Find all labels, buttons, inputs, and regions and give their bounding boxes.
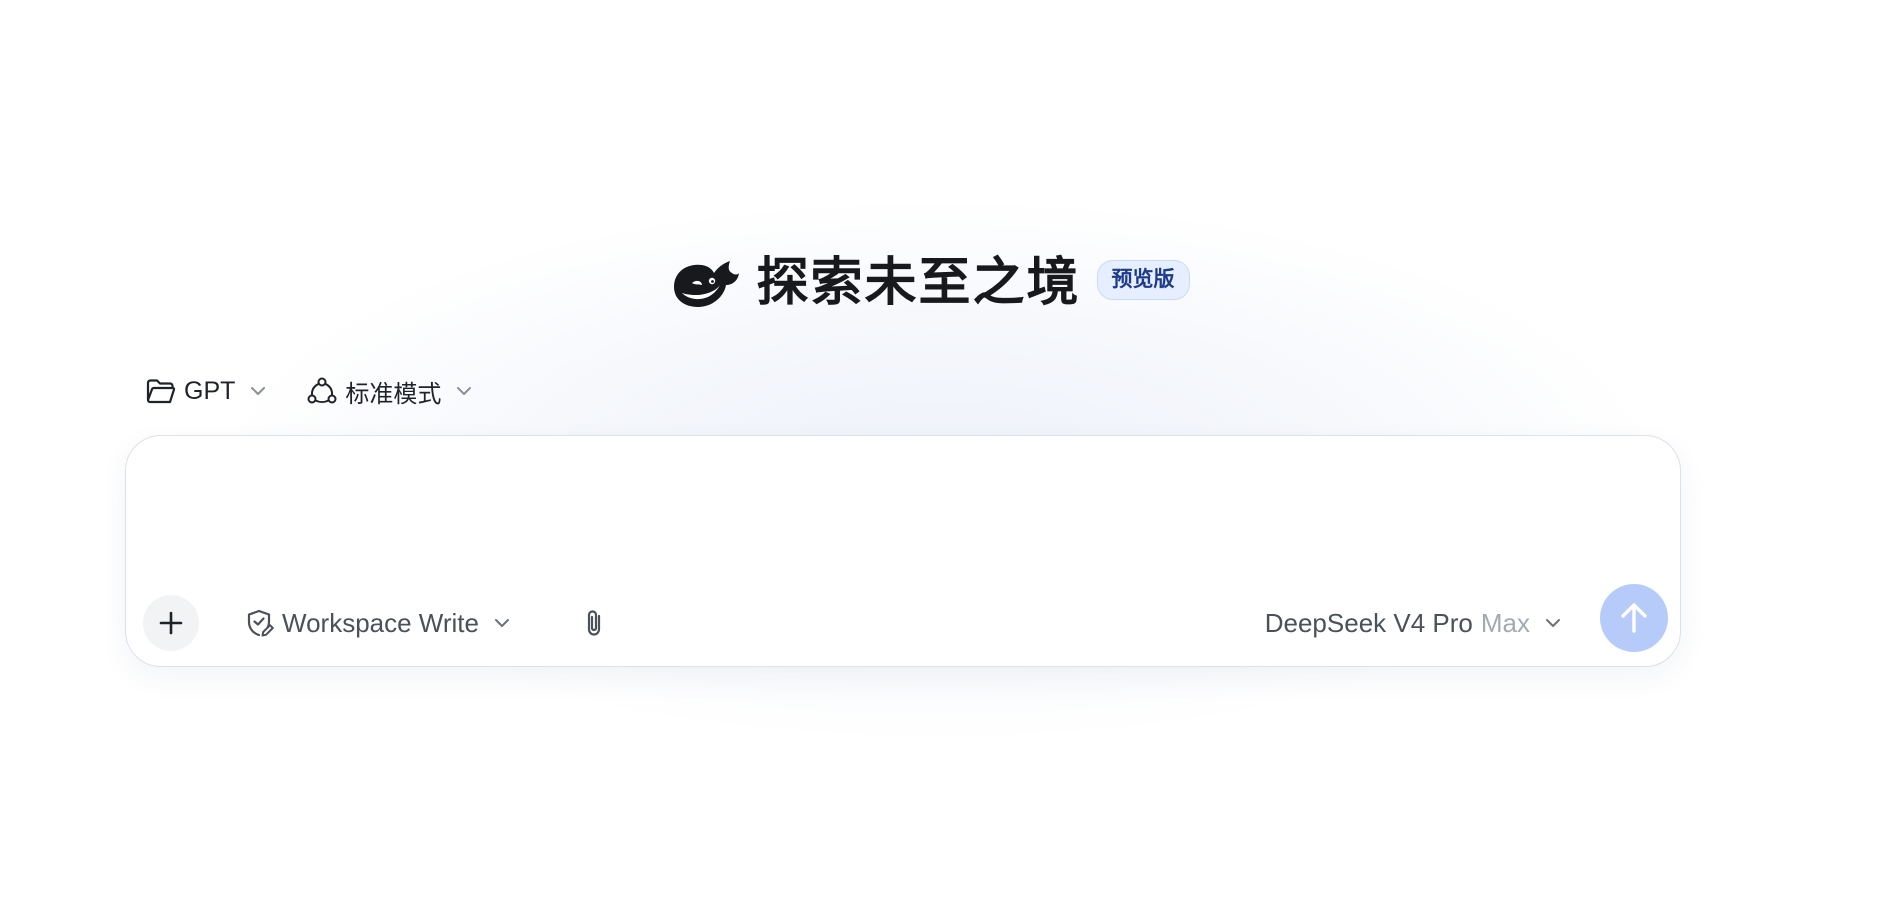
page-title: 探索未至之境 bbox=[756, 253, 1081, 313]
plus-icon bbox=[159, 611, 183, 635]
model-effort: Max bbox=[1480, 607, 1530, 638]
permission-selector[interactable]: Workspace Write bbox=[246, 603, 511, 643]
project-selector-label: GPT bbox=[184, 376, 236, 405]
attach-button[interactable] bbox=[574, 603, 614, 643]
chevron-down-icon bbox=[457, 387, 472, 395]
arrow-up-icon bbox=[1621, 603, 1647, 633]
chevron-down-icon bbox=[1546, 619, 1560, 627]
send-button[interactable] bbox=[1600, 584, 1668, 652]
chevron-down-icon bbox=[494, 619, 509, 627]
shield-edit-icon bbox=[247, 609, 274, 637]
message-input[interactable] bbox=[156, 460, 1650, 574]
permission-label: Workspace Write bbox=[282, 607, 479, 638]
nodes-icon bbox=[307, 377, 337, 404]
context-selectors: GPT 标准模式 bbox=[146, 370, 473, 412]
add-button[interactable] bbox=[143, 595, 199, 651]
chevron-down-icon bbox=[251, 387, 266, 395]
mode-selector-label: 标准模式 bbox=[345, 379, 442, 408]
mode-selector[interactable]: 标准模式 bbox=[307, 374, 473, 409]
folder-icon bbox=[146, 379, 176, 404]
whale-logo-icon bbox=[674, 261, 740, 307]
message-composer: Workspace Write DeepSeek V4 Pro Max bbox=[125, 435, 1681, 667]
preview-badge: 预览版 bbox=[1096, 260, 1190, 300]
hero-header: 探索未至之境 预览版 bbox=[0, 248, 1878, 318]
model-name: DeepSeek V4 Pro bbox=[1264, 607, 1473, 638]
home-page: 探索未至之境 预览版 GPT 标准模式 Workspace Write Deep… bbox=[0, 0, 1878, 904]
project-selector[interactable]: GPT bbox=[146, 377, 267, 406]
paperclip-icon bbox=[587, 610, 601, 636]
model-selector[interactable]: DeepSeek V4 Pro Max bbox=[1265, 603, 1562, 643]
